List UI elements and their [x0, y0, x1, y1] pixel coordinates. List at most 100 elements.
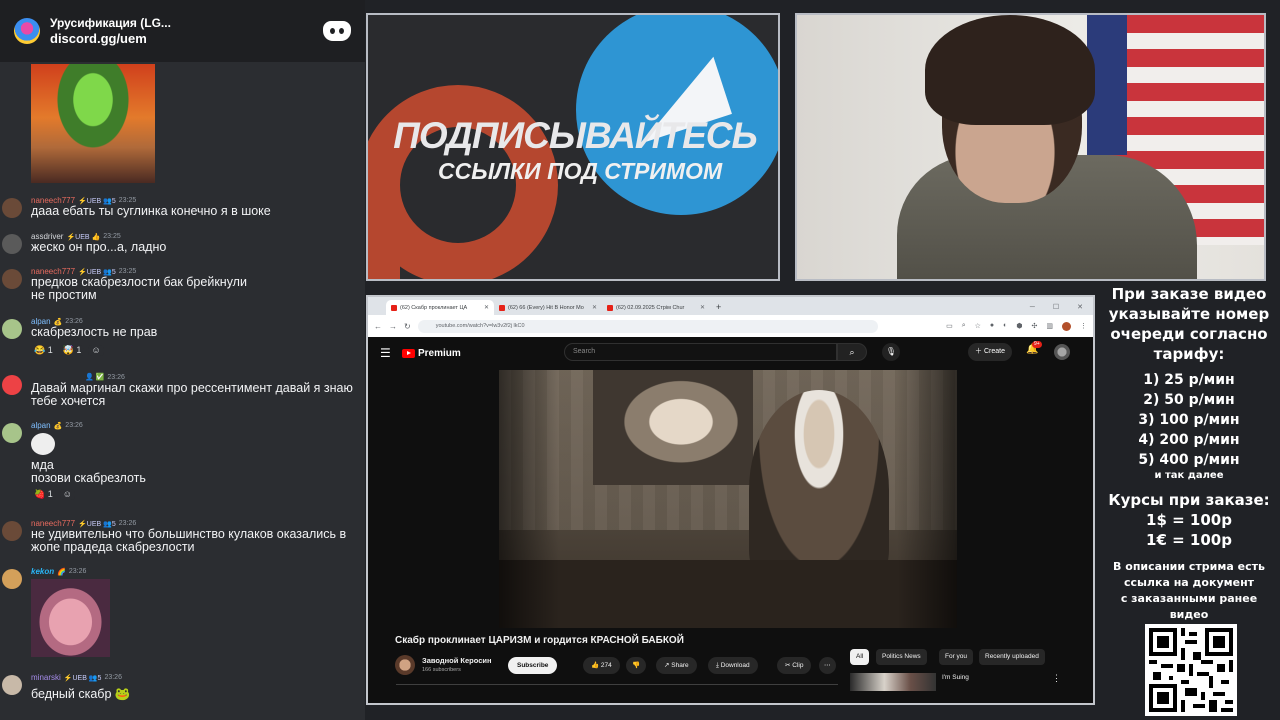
back-icon[interactable]: ←: [374, 322, 382, 331]
kebab-menu-icon[interactable]: ⋮: [1080, 322, 1087, 331]
info-line: ссылка на документ: [1123, 576, 1255, 589]
tariff-etc: и так далее: [1154, 470, 1224, 481]
timestamp: 23:26: [65, 318, 83, 325]
close-window-icon[interactable]: ✕: [1077, 300, 1083, 315]
microphone-icon[interactable]: 🎙: [882, 343, 900, 361]
tariff-item: 3) 100 р/мин: [1138, 412, 1240, 428]
channel-avatar[interactable]: [395, 655, 415, 675]
recommended-title[interactable]: I'm Suing: [942, 674, 969, 681]
youtube-logo-icon: [402, 348, 415, 358]
create-label: Create: [983, 348, 1005, 355]
info-line: видео: [1169, 608, 1209, 621]
tab-title: (62) 66 (Every) Hit В Honor Mo: [508, 304, 584, 311]
more-actions-icon[interactable]: ⋯: [819, 657, 836, 674]
extension-icon[interactable]: ⬢: [1016, 322, 1022, 331]
discord-avatar-icon: [2, 375, 22, 395]
chip-recently-uploaded[interactable]: Recently uploaded: [979, 649, 1045, 665]
clip-button[interactable]: ✂ Clip: [777, 657, 812, 674]
video-player[interactable]: [499, 370, 957, 628]
info-line: очереди согласно: [1110, 325, 1268, 343]
extension-icon[interactable]: ◐: [1003, 322, 1007, 331]
qr-code[interactable]: [1145, 624, 1237, 716]
download-button[interactable]: ⤓ Download: [708, 657, 758, 674]
chat-message: naneech777 ⚡UEB 👥5 23:26 не удивительно чт…: [0, 519, 365, 559]
rate-eur: 1€ = 100р: [1146, 531, 1232, 549]
reload-icon[interactable]: ↻: [404, 322, 411, 331]
qr-code-icon: [1149, 628, 1233, 712]
server-invite[interactable]: discord.gg/uem: [50, 31, 323, 47]
address-bar-row: ← → ↻ youtube.com/watch?v=lw3v2f2j lkC0 …: [368, 315, 1093, 337]
extension-icon[interactable]: ●: [990, 322, 994, 331]
reaction[interactable]: 🍓 1: [31, 489, 56, 500]
timestamp: 23:25: [118, 268, 137, 275]
chat-message: 👤 ✅ 23:26 Давай маргинал скажи про рессен…: [0, 373, 365, 413]
sidebar-icon[interactable]: ▥: [1046, 322, 1053, 331]
forward-icon[interactable]: →: [389, 322, 397, 331]
user-badge: 🌈: [57, 568, 66, 576]
reaction[interactable]: 🤯 1: [59, 345, 85, 356]
avatar: [2, 234, 22, 254]
close-tab-icon[interactable]: ✕: [484, 304, 489, 311]
clip-label: Clip: [792, 662, 804, 669]
webcam-feed: [795, 13, 1266, 281]
youtube-premium-logo[interactable]: Premium: [402, 348, 461, 359]
recommended-video[interactable]: I'm Suing ⋮: [850, 673, 1090, 691]
puzzle-icon[interactable]: ✣: [1032, 322, 1038, 331]
chip-all[interactable]: All: [850, 649, 870, 665]
chip-politics-news[interactable]: Politics News: [876, 649, 927, 665]
chat-image-shrek: [31, 64, 155, 183]
new-tab-icon[interactable]: +: [710, 300, 727, 315]
brand-label: Premium: [418, 347, 461, 359]
minimize-icon[interactable]: ─: [1030, 300, 1035, 315]
bookmark-star-icon[interactable]: ☆: [975, 322, 981, 331]
url-input[interactable]: youtube.com/watch?v=lw3v2f2j lkC0: [417, 319, 878, 333]
banner-title: ПОДПИСЫВАЙТЕСЬ: [393, 115, 757, 156]
search-input[interactable]: Search: [564, 343, 837, 361]
tariff-item: 1) 25 р/мин: [1143, 372, 1235, 388]
notification-count: 9+: [1032, 341, 1042, 348]
tab-youtube-active[interactable]: (62) Скабр проклинает ЦА ✕: [386, 300, 494, 315]
search-icon[interactable]: ⌕: [837, 343, 867, 361]
close-tab-icon[interactable]: ✕: [700, 304, 705, 311]
channel-name[interactable]: Заводной Керосин: [422, 656, 492, 665]
subscribe-banner: ПОДПИСЫВАЙТЕСЬ ССЫЛКИ ПОД СТРИМОМ: [366, 13, 780, 281]
hamburger-menu-icon[interactable]: ☰: [380, 346, 402, 360]
chat-message: kekon 🌈 23:26: [0, 567, 365, 589]
kebab-menu-icon[interactable]: ⋮: [1052, 673, 1061, 684]
profile-avatar[interactable]: [1062, 321, 1071, 331]
username: kekon: [31, 567, 55, 576]
account-avatar[interactable]: [1054, 344, 1070, 360]
zoom-icon[interactable]: ⌕: [962, 322, 966, 331]
share-button[interactable]: ↗ Share: [656, 657, 697, 674]
user-badge: ⚡UEB 👥5: [63, 674, 102, 682]
download-label: Download: [720, 662, 750, 669]
add-reaction[interactable]: ☺: [88, 345, 104, 356]
notifications-bell-icon[interactable]: 🔔 9+: [1026, 341, 1042, 355]
tab-youtube[interactable]: (62) 02.09.2025 Стрім Chur ✕: [602, 300, 710, 315]
cast-icon[interactable]: ▭: [946, 322, 953, 331]
chip-for-you[interactable]: For you: [939, 649, 974, 665]
close-tab-icon[interactable]: ✕: [592, 304, 597, 311]
emoji-sticker: [31, 433, 55, 455]
server-icon: [14, 18, 40, 44]
avatar: [2, 269, 22, 289]
create-button[interactable]: ＋ Create: [968, 343, 1012, 361]
add-reaction[interactable]: ☺: [59, 489, 75, 500]
like-button[interactable]: 👍 274: [583, 657, 620, 674]
reaction-bar: 🍓 1 ☺: [31, 489, 75, 500]
username: minarski: [31, 673, 61, 682]
recommended-thumbnail[interactable]: [850, 673, 936, 691]
dislike-button[interactable]: 👎: [626, 657, 647, 674]
info-line: указывайте номер: [1108, 305, 1270, 323]
tab-title: (62) 02.09.2025 Стрім Chur: [616, 304, 685, 311]
info-line: В описании стрима есть: [1113, 560, 1265, 573]
banner-subtitle: ССЫЛКИ ПОД СТРИМОМ: [438, 158, 723, 184]
message-text: дааа ебать ты суглинка конечно я в шоке: [31, 204, 271, 218]
timestamp: 23:25: [118, 197, 137, 204]
subscribe-button[interactable]: Subscribe: [508, 657, 558, 674]
maximize-icon[interactable]: ☐: [1053, 300, 1059, 315]
user-badge: 💰: [53, 422, 63, 430]
reaction[interactable]: 😂 1: [31, 345, 56, 356]
tab-youtube[interactable]: (62) 66 (Every) Hit В Honor Mo ✕: [494, 300, 602, 315]
chat-message: minarski ⚡UEB 👥5 23:26 бедный скабр 🐸: [0, 673, 365, 713]
